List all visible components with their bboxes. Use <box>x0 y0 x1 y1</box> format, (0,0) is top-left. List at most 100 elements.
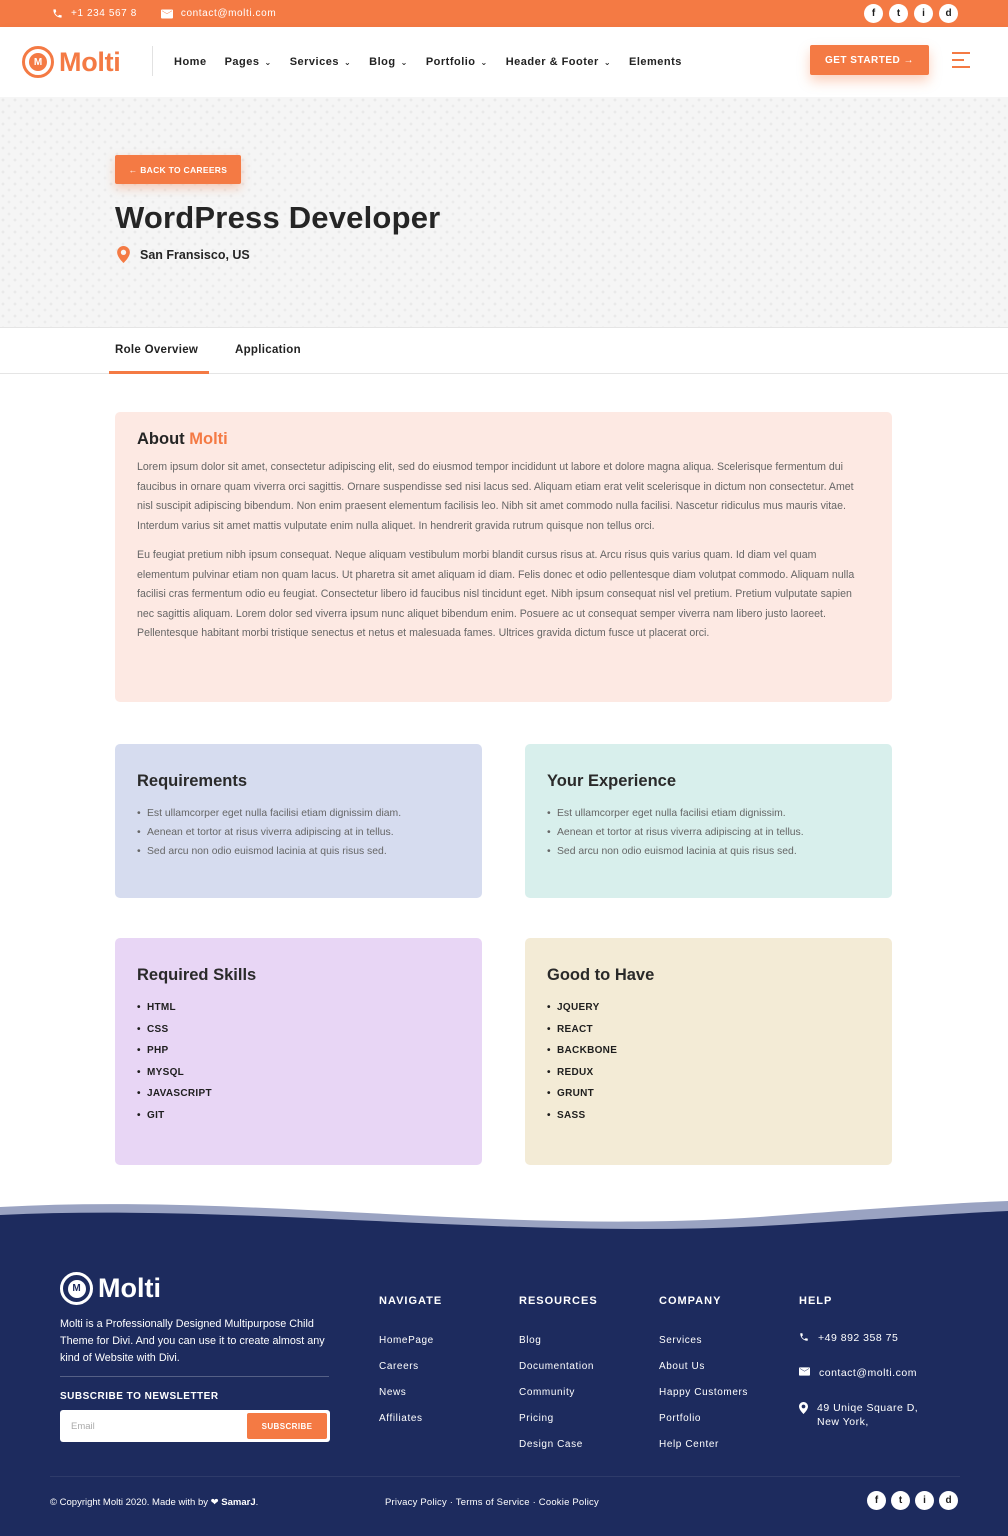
location-text: San Fransisco, US <box>140 247 250 262</box>
job-hero: ← BACK TO CAREERS WordPress Developer Sa… <box>0 97 1008 327</box>
topbar-phone-text: +1 234 567 8 <box>71 8 137 19</box>
dribbble-icon[interactable]: d <box>939 1491 958 1510</box>
topbar-email[interactable]: contact@molti.com <box>160 8 276 19</box>
get-started-button[interactable]: GET STARTED → <box>810 45 929 75</box>
phone-icon <box>800 1333 808 1341</box>
footer-column-help: HELP +49 892 358 75 contact@molti.com 49… <box>799 1295 959 1429</box>
topbar-phone[interactable]: +1 234 567 8 <box>52 8 137 19</box>
nice-list: JQUERY REACT BACKBONE REDUX GRUNT SASS <box>547 997 870 1127</box>
facebook-icon[interactable]: f <box>867 1491 886 1510</box>
required-skills-card: Required Skills HTML CSS PHP MYSQL JAVAS… <box>115 938 482 1165</box>
job-location: San Fransisco, US <box>117 246 250 263</box>
chevron-down-icon: ⌄ <box>264 57 272 67</box>
footer-bottom-divider <box>50 1476 960 1477</box>
footer-link[interactable]: Community <box>519 1387 598 1398</box>
footer-column-title: RESOURCES <box>519 1295 598 1307</box>
nav-label: Blog <box>369 56 396 68</box>
subscribe-button[interactable]: SUBSCRIBE <box>247 1413 327 1439</box>
active-tab-indicator <box>109 371 209 374</box>
nav-label: Pages <box>224 56 260 68</box>
requirements-list: Est ullamcorper eget nulla facilisi etia… <box>137 805 460 861</box>
tab-bar: Role Overview Application <box>0 327 1008 374</box>
help-phone[interactable]: +49 892 358 75 <box>799 1331 959 1345</box>
phone-icon <box>53 9 62 18</box>
header-divider <box>152 46 153 76</box>
help-phone-text: +49 892 358 75 <box>818 1332 899 1344</box>
copyright-author[interactable]: SamarJ <box>221 1497 255 1508</box>
footer-link[interactable]: HomePage <box>379 1335 442 1346</box>
top-bar: +1 234 567 8 contact@molti.com f t i d <box>0 0 1008 27</box>
chevron-down-icon: ⌄ <box>400 57 408 67</box>
footer-logo-text: Molti <box>98 1273 161 1303</box>
footer-link[interactable]: Happy Customers <box>659 1387 748 1398</box>
footer-description: Molti is a Professionally Designed Multi… <box>60 1318 325 1364</box>
footer-link[interactable]: About Us <box>659 1361 748 1372</box>
list-item: CSS <box>137 1019 460 1041</box>
location-pin-icon <box>117 246 130 263</box>
list-item: REACT <box>547 1019 870 1041</box>
topbar-social: f t i d <box>864 4 958 23</box>
footer-link[interactable]: Design Case <box>519 1439 598 1450</box>
footer-link[interactable]: Help Center <box>659 1439 748 1450</box>
tab-role-overview[interactable]: Role Overview <box>115 344 198 356</box>
list-item: Aenean et tortor at risus viverra adipis… <box>547 824 870 843</box>
footer-column-title: HELP <box>799 1295 833 1307</box>
footer-link[interactable]: Portfolio <box>659 1413 748 1424</box>
nav-label: Services <box>289 56 339 68</box>
nav-blog[interactable]: Blog ⌄ <box>369 56 408 68</box>
footer-logo[interactable]: M Molti <box>60 1272 161 1305</box>
logo-glyph: M <box>29 53 47 71</box>
footer-link[interactable]: Affiliates <box>379 1413 442 1424</box>
footer-link[interactable]: News <box>379 1387 442 1398</box>
dribbble-icon[interactable]: d <box>939 4 958 23</box>
tab-application[interactable]: Application <box>235 344 301 356</box>
footer-column-title: NAVIGATE <box>379 1295 443 1307</box>
nav-label: Home <box>174 56 207 68</box>
list-item: Sed arcu non odio euismod lacinia at qui… <box>547 843 870 862</box>
about-heading: About Molti <box>137 430 870 449</box>
footer-social: f t i d <box>867 1491 958 1510</box>
newsletter-email-input[interactable] <box>60 1410 250 1442</box>
nav-label: Portfolio <box>425 56 476 68</box>
nav-pages[interactable]: Pages ⌄ <box>225 56 272 68</box>
nav-portfolio[interactable]: Portfolio ⌄ <box>426 56 488 68</box>
help-email-text: contact@molti.com <box>819 1367 917 1379</box>
footer-link[interactable]: Blog <box>519 1335 598 1346</box>
nav-services[interactable]: Services ⌄ <box>290 56 351 68</box>
twitter-icon[interactable]: t <box>889 4 908 23</box>
footer-link[interactable]: Pricing <box>519 1413 598 1424</box>
good-to-have-card: Good to Have JQUERY REACT BACKBONE REDUX… <box>525 938 892 1165</box>
list-item: Sed arcu non odio euismod lacinia at qui… <box>137 843 460 862</box>
footer-logo-glyph: M <box>67 1279 86 1298</box>
chevron-down-icon: ⌄ <box>603 57 612 67</box>
instagram-icon[interactable]: i <box>915 1491 934 1510</box>
instagram-icon[interactable]: i <box>914 4 933 23</box>
facebook-icon[interactable]: f <box>864 4 883 23</box>
back-to-careers-button[interactable]: ← BACK TO CAREERS <box>115 155 241 184</box>
experience-list: Est ullamcorper eget nulla facilisi etia… <box>547 805 870 861</box>
newsletter-form: SUBSCRIBE <box>60 1410 330 1442</box>
footer-link[interactable]: Services <box>659 1335 748 1346</box>
site-footer: M Molti Molti is a Professionally Design… <box>0 1236 1008 1536</box>
nav-header-footer[interactable]: Header & Footer ⌄ <box>506 56 611 68</box>
nice-title: Good to Have <box>547 966 655 984</box>
help-address: 49 Uniqe Square D, New York, <box>799 1401 959 1429</box>
chevron-down-icon: ⌄ <box>343 57 352 67</box>
footer-link[interactable]: Careers <box>379 1361 442 1372</box>
nav-label: Header & Footer <box>505 56 599 68</box>
menu-icon[interactable] <box>952 52 970 68</box>
nav-elements[interactable]: Elements <box>629 56 682 68</box>
legal-links[interactable]: Privacy Policy · Terms of Service · Cook… <box>385 1497 599 1508</box>
requirements-card: Requirements Est ullamcorper eget nulla … <box>115 744 482 898</box>
location-pin-icon <box>799 1402 808 1414</box>
help-email[interactable]: contact@molti.com <box>799 1366 959 1380</box>
about-heading-prefix: About <box>137 430 185 448</box>
footer-link[interactable]: Documentation <box>519 1361 598 1372</box>
experience-title: Your Experience <box>547 772 676 790</box>
logo[interactable]: M Molti <box>22 46 121 78</box>
nav-home[interactable]: Home <box>174 56 207 68</box>
mail-icon <box>799 1367 810 1376</box>
twitter-icon[interactable]: t <box>891 1491 910 1510</box>
list-item: GRUNT <box>547 1083 870 1105</box>
footer-column-navigate: NAVIGATE HomePage Careers News Affiliate… <box>379 1295 442 1439</box>
